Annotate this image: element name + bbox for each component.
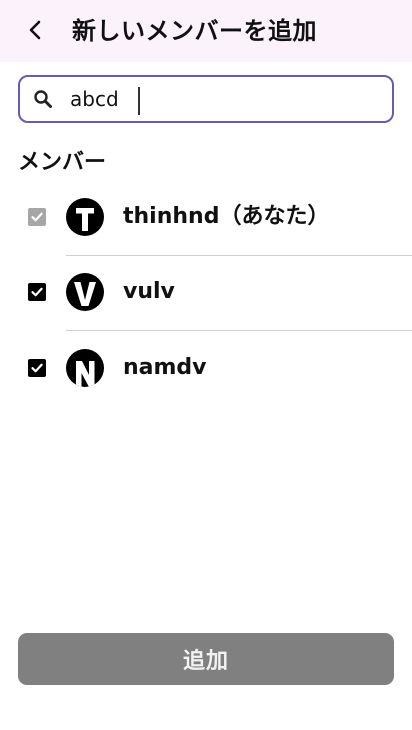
member-name: vulv xyxy=(123,279,175,304)
member-row-thinhnd: thinhnd（あなた） xyxy=(0,180,412,256)
avatar xyxy=(66,198,104,236)
member-row-namdv: namdv xyxy=(0,331,412,407)
member-row-vulv: vulv xyxy=(0,255,412,331)
chevron-left-icon xyxy=(29,20,41,40)
check-icon xyxy=(31,212,43,222)
member-name: thinhnd（あなた） xyxy=(123,204,330,229)
back-button[interactable] xyxy=(18,12,54,48)
member-checkbox xyxy=(28,208,46,226)
avatar xyxy=(66,273,104,311)
search-field[interactable] xyxy=(18,75,394,123)
check-icon xyxy=(31,363,43,373)
members-section-label: メンバー xyxy=(18,150,107,175)
member-checkbox[interactable] xyxy=(28,283,46,301)
search-input[interactable] xyxy=(68,83,380,115)
member-name: namdv xyxy=(123,355,207,380)
avatar-letter-v xyxy=(74,282,96,306)
add-button[interactable]: 追加 xyxy=(18,633,394,685)
member-checkbox[interactable] xyxy=(28,359,46,377)
search-icon xyxy=(34,90,52,108)
avatar xyxy=(66,349,104,387)
check-icon xyxy=(31,287,43,297)
top-app-bar: 新しいメンバーを追加 xyxy=(0,0,412,62)
avatar-letter-n xyxy=(76,361,95,387)
text-caret xyxy=(138,87,140,115)
page-title: 新しいメンバーを追加 xyxy=(72,17,317,45)
avatar-letter-t xyxy=(76,208,94,231)
